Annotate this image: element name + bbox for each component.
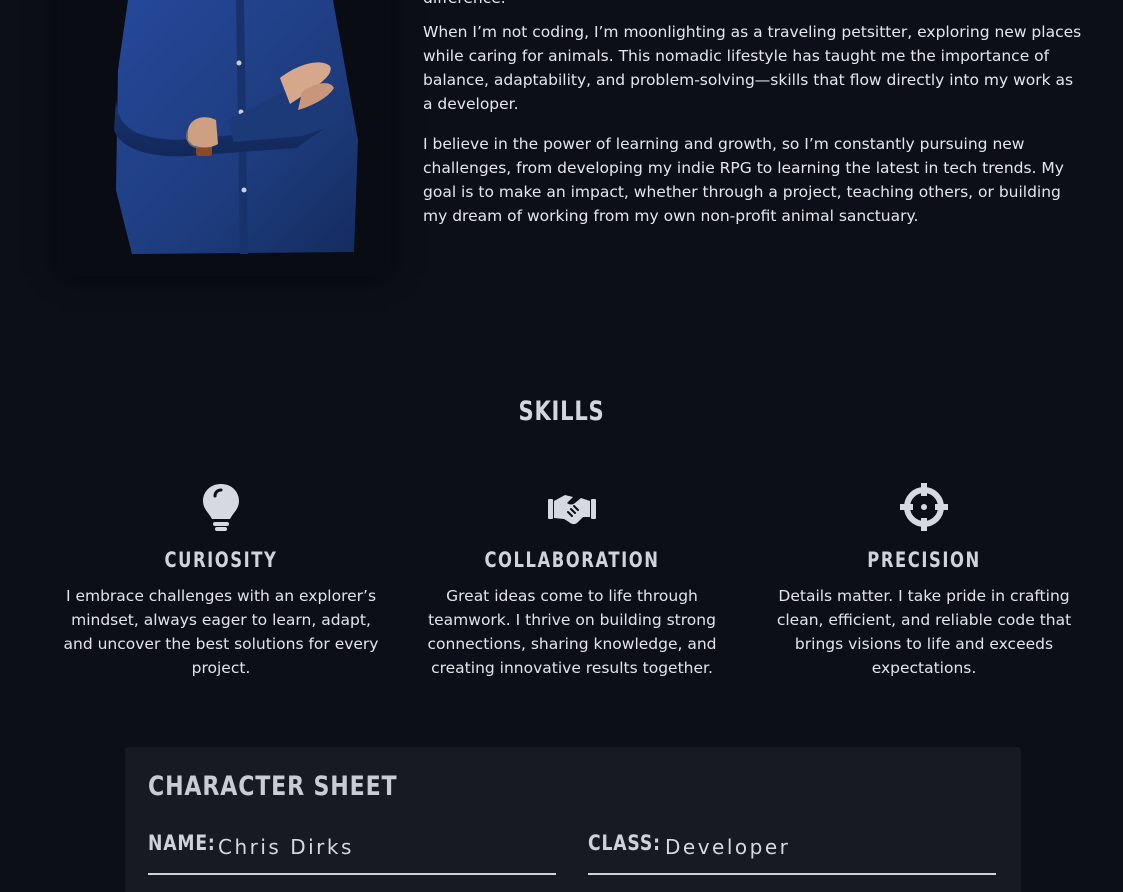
class-field[interactable]: CLASS: Developer <box>588 831 996 875</box>
crosshairs-icon <box>759 480 1089 534</box>
page: difference. When I’m not coding, I’m moo… <box>0 0 1123 892</box>
skill-card-precision: PRECISION Details matter. I take pride i… <box>759 480 1089 680</box>
lightbulb-icon <box>56 480 386 534</box>
class-value: Developer <box>665 835 791 859</box>
name-label: NAME: <box>148 831 216 855</box>
skill-name: COLLABORATION <box>484 548 660 572</box>
class-label: CLASS: <box>588 831 661 855</box>
skill-name: PRECISION <box>867 548 981 572</box>
skills-title: SKILLS <box>518 396 605 427</box>
about-paragraph: I believe in the power of learning and g… <box>423 135 1064 225</box>
skill-description: I embrace challenges with an explorer’s … <box>63 587 379 677</box>
profile-photo <box>58 0 390 276</box>
character-sheet-title: CHARACTER SHEET <box>148 771 398 802</box>
profile-photo-illustration <box>114 0 358 254</box>
character-sheet: CHARACTER SHEET NAME: Chris Dirks CLASS:… <box>125 747 1021 892</box>
about-text: difference. When I’m not coding, I’m moo… <box>423 0 1083 244</box>
skill-description: Great ideas come to life through teamwor… <box>427 587 717 677</box>
skill-card-collaboration: COLLABORATION Great ideas come to life t… <box>407 480 737 680</box>
name-field[interactable]: NAME: Chris Dirks <box>148 831 556 875</box>
skill-name: CURIOSITY <box>164 548 278 572</box>
skill-description: Details matter. I take pride in crafting… <box>776 587 1072 677</box>
about-paragraph: When I’m not coding, I’m moonlighting as… <box>423 23 1082 113</box>
skill-card-curiosity: CURIOSITY I embrace challenges with an e… <box>56 480 386 680</box>
name-value: Chris Dirks <box>218 835 354 859</box>
handshake-icon <box>407 480 737 534</box>
about-fragment: difference. <box>423 0 1083 10</box>
